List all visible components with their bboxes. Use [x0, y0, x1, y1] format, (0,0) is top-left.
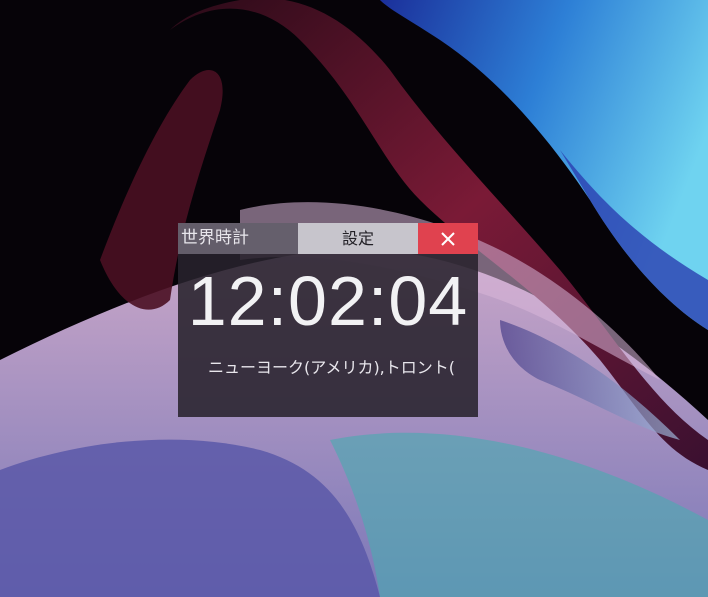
widget-title: 世界時計	[178, 223, 298, 254]
location-label: ニューヨーク(アメリカ),トロント(	[208, 358, 456, 377]
widget-titlebar[interactable]: 世界時計 設定	[178, 223, 478, 254]
close-button[interactable]	[418, 223, 478, 254]
desktop: 世界時計 設定 12:02:04 ニューヨーク(アメリカ),トロント(	[0, 0, 708, 597]
close-icon	[441, 232, 455, 246]
world-clock-widget: 世界時計 設定 12:02:04 ニューヨーク(アメリカ),トロント(	[178, 223, 478, 417]
time-display: 12:02:04	[187, 262, 469, 340]
settings-button[interactable]: 設定	[298, 223, 418, 254]
